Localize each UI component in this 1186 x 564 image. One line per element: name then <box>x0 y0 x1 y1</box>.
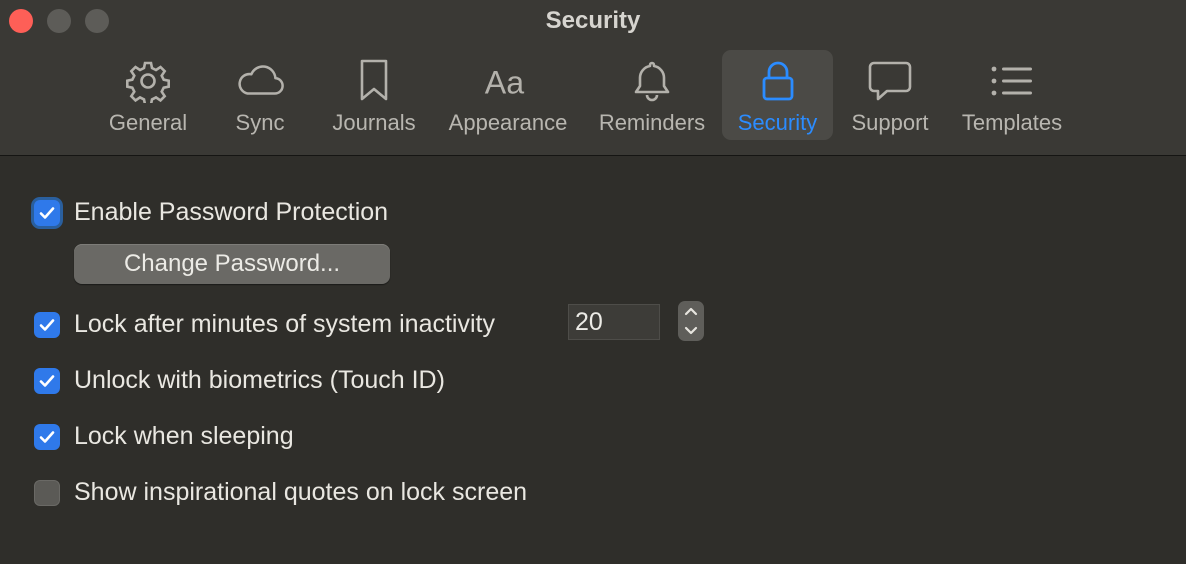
lock-icon <box>753 56 803 106</box>
inspirational-quotes-label: Show inspirational quotes on lock screen <box>74 478 528 506</box>
lock-sleeping-row: Lock when sleeping <box>34 422 294 451</box>
tab-reminders[interactable]: Reminders <box>592 50 712 140</box>
tab-support[interactable]: Support <box>842 50 938 140</box>
lock-inactivity-row: Lock after minutes of system inactivity <box>34 310 495 339</box>
tab-label: Reminders <box>598 110 706 135</box>
list-icon <box>987 56 1037 106</box>
enable-password-checkbox[interactable] <box>34 199 60 226</box>
enable-password-label: Enable Password Protection <box>74 198 389 226</box>
inspirational-quotes-row: Show inspirational quotes on lock screen <box>34 478 527 507</box>
chevron-up-icon[interactable] <box>684 306 698 316</box>
tab-templates[interactable]: Templates <box>952 50 1072 140</box>
tab-appearance[interactable]: Aa Appearance <box>440 50 576 140</box>
speech-bubble-icon <box>865 56 915 106</box>
preferences-window: Security General Sync Journals Aa Appear… <box>0 0 1186 564</box>
biometrics-checkbox[interactable] <box>34 367 60 394</box>
inactivity-minutes-field[interactable]: 20 <box>568 304 660 340</box>
lock-sleeping-label: Lock when sleeping <box>74 422 294 450</box>
inactivity-minutes-stepper[interactable] <box>678 301 704 341</box>
svg-text:Aa: Aa <box>485 65 524 101</box>
tab-label: Security <box>737 110 818 135</box>
toolbar: Security General Sync Journals Aa Appear… <box>0 0 1186 156</box>
tab-security[interactable]: Security <box>722 50 833 140</box>
tab-label: Sync <box>235 110 285 135</box>
bookmark-icon <box>349 56 399 106</box>
text-aa-icon: Aa <box>483 56 533 106</box>
tab-general[interactable]: General <box>98 50 198 140</box>
lock-inactivity-label: Lock after minutes of system inactivity <box>74 310 495 338</box>
chevron-down-icon[interactable] <box>684 326 698 336</box>
tab-sync[interactable]: Sync <box>216 50 304 140</box>
security-settings-panel: Enable Password Protection Change Passwo… <box>0 156 1186 564</box>
lock-inactivity-checkbox[interactable] <box>34 311 60 338</box>
tab-label: Templates <box>961 110 1063 135</box>
checkmark-icon <box>39 374 55 387</box>
gear-icon <box>123 56 173 106</box>
inspirational-quotes-checkbox[interactable] <box>34 479 60 506</box>
tab-label: Appearance <box>448 110 568 135</box>
enable-password-row: Enable Password Protection <box>34 198 388 227</box>
preference-tabs: General Sync Journals Aa Appearance Remi… <box>0 50 1186 140</box>
biometrics-row: Unlock with biometrics (Touch ID) <box>34 366 445 395</box>
tab-label: Support <box>851 110 929 135</box>
checkmark-icon <box>39 318 55 331</box>
cloud-icon <box>235 56 285 106</box>
bell-icon <box>627 56 677 106</box>
tab-journals[interactable]: Journals <box>326 50 422 140</box>
tab-label: Journals <box>332 110 416 135</box>
change-password-button[interactable]: Change Password... <box>74 244 390 284</box>
tab-label: General <box>108 110 188 135</box>
checkmark-icon <box>39 430 55 443</box>
biometrics-label: Unlock with biometrics (Touch ID) <box>74 366 445 394</box>
checkmark-icon <box>39 206 55 219</box>
window-title: Security <box>545 7 641 34</box>
lock-sleeping-checkbox[interactable] <box>34 423 60 450</box>
